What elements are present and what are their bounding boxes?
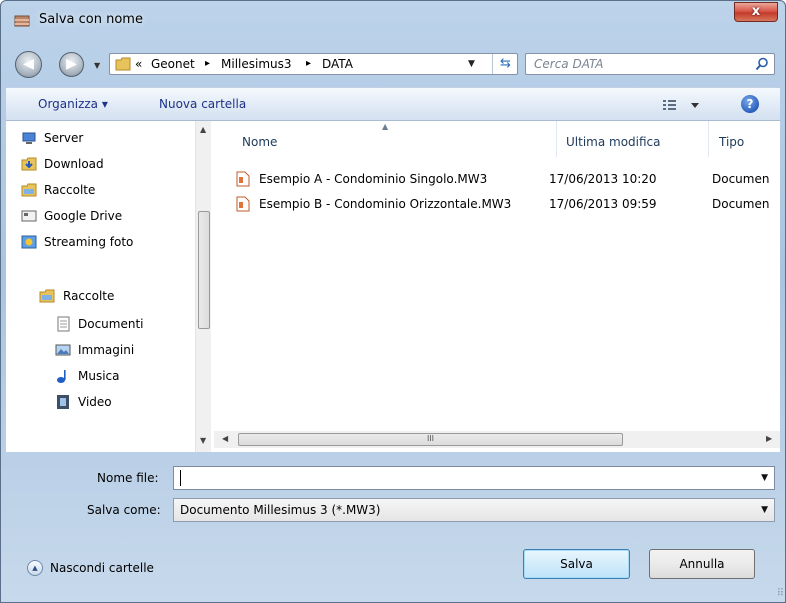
address-bar[interactable]: « Geonet ▸ Millesimus3 ▸ DATA ▼ ⇆ — [109, 53, 518, 75]
mw3-file-icon — [236, 196, 250, 212]
file-name: Esempio B - Condominio Orizzontale.MW3 — [259, 197, 512, 211]
sidebar-item-label: Video — [78, 395, 112, 409]
text-cursor — [180, 470, 181, 486]
sidebar-item-label: Documenti — [78, 317, 144, 331]
file-type: Documen — [712, 172, 770, 186]
search-placeholder: Cerca DATA — [534, 57, 604, 71]
navigation-bar: ◀ ▶ ▼ « Geonet ▸ Millesimus3 ▸ DATA ▼ ⇆ … — [1, 45, 785, 79]
hide-folders-label: Nascondi cartelle — [50, 561, 154, 575]
sidebar-item-label: Server — [44, 131, 84, 145]
organize-button[interactable]: Organizza ▾ — [38, 97, 108, 111]
server-icon — [22, 132, 36, 144]
video-icon — [57, 395, 69, 409]
sidebar-item-label: Musica — [78, 369, 120, 383]
mw3-file-icon — [236, 171, 250, 187]
chevron-up-icon: ▲ — [27, 560, 43, 576]
chevron-down-icon[interactable]: ▼ — [761, 505, 768, 515]
file-list-horizontal-scrollbar[interactable]: ◀ III ▶ — [214, 431, 780, 448]
savetype-label: Salva come: — [87, 503, 161, 517]
breadcrumb-separator[interactable]: ▸ — [306, 58, 311, 69]
scroll-up-icon[interactable]: ▲ — [200, 125, 206, 134]
file-list: ▲ Nome Ultima modifica Tipo Esempio A - … — [214, 121, 780, 452]
documents-icon — [57, 316, 70, 332]
sidebar-item-label: Download — [44, 157, 104, 171]
libraries-icon — [39, 289, 55, 303]
column-header-name[interactable]: Nome — [242, 135, 277, 149]
file-name: Esempio A - Condominio Singolo.MW3 — [259, 172, 488, 186]
pictures-icon — [55, 344, 71, 356]
chevron-down-icon[interactable]: ▼ — [468, 59, 475, 69]
breadcrumb-millesimus3[interactable]: Millesimus3 — [221, 57, 292, 71]
savetype-value: Documento Millesimus 3 (*.MW3) — [180, 503, 381, 517]
sidebar-item-label: Raccolte — [44, 183, 96, 197]
breadcrumb-data[interactable]: DATA — [322, 57, 353, 71]
title-bar[interactable]: Salva con nome x — [1, 1, 785, 39]
recent-pages-dropdown-icon[interactable]: ▼ — [94, 61, 100, 70]
save-as-dialog: Salva con nome x ◀ ▶ ▼ « Geonet ▸ Milles… — [0, 0, 786, 603]
app-icon — [14, 15, 30, 27]
refresh-icon[interactable]: ⇆ — [492, 54, 518, 74]
sidebar-scrollbar[interactable]: ▲ ▼ — [195, 121, 211, 452]
cancel-button[interactable]: Annulla — [649, 549, 755, 579]
music-icon — [57, 370, 66, 383]
breadcrumb-separator[interactable]: ▸ — [205, 58, 210, 69]
breadcrumb-geonet[interactable]: Geonet — [151, 57, 195, 71]
savetype-select[interactable]: Documento Millesimus 3 (*.MW3) ▼ — [173, 498, 775, 522]
column-header-modified[interactable]: Ultima modifica — [566, 135, 661, 149]
save-button[interactable]: Salva — [523, 549, 630, 579]
filename-label: Nome file: — [97, 471, 159, 485]
help-icon[interactable]: ? — [741, 95, 759, 113]
scroll-right-icon[interactable]: ▶ — [766, 434, 772, 443]
google-drive-icon — [21, 210, 37, 222]
libraries-icon — [21, 183, 37, 197]
column-divider[interactable] — [556, 121, 557, 157]
view-options-icon[interactable] — [661, 97, 701, 113]
window-title: Salva con nome — [39, 12, 143, 27]
browser-area: Server Download Raccolte Google Drive St… — [6, 121, 780, 452]
sort-ascending-icon: ▲ — [382, 122, 389, 131]
forward-button[interactable]: ▶ — [59, 52, 84, 77]
sidebar-scroll-thumb[interactable] — [198, 211, 210, 329]
search-icon[interactable] — [755, 57, 769, 71]
sidebar-item-label: Raccolte — [63, 289, 115, 303]
back-button[interactable]: ◀ — [15, 51, 42, 78]
navigation-pane: Server Download Raccolte Google Drive St… — [6, 121, 211, 452]
chevron-down-icon[interactable]: ▼ — [761, 473, 768, 483]
scroll-left-icon[interactable]: ◀ — [222, 434, 228, 443]
file-modified: 17/06/2013 10:20 — [549, 172, 657, 186]
folder-icon — [115, 57, 131, 71]
file-modified: 17/06/2013 09:59 — [549, 197, 657, 211]
filename-input[interactable]: ▼ — [173, 466, 775, 490]
download-folder-icon — [21, 157, 37, 171]
file-type: Documen — [712, 197, 770, 211]
column-header-type[interactable]: Tipo — [719, 135, 744, 149]
new-folder-button[interactable]: Nuova cartella — [159, 97, 246, 111]
search-input[interactable]: Cerca DATA — [525, 53, 775, 75]
horizontal-scroll-thumb[interactable]: III — [238, 433, 623, 446]
command-bar: Organizza ▾ Nuova cartella ? — [6, 87, 780, 121]
scroll-down-icon[interactable]: ▼ — [200, 436, 206, 445]
breadcrumb-overflow[interactable]: « — [135, 57, 142, 71]
sidebar-item-label: Immagini — [78, 343, 135, 357]
sidebar-item-label: Streaming foto — [44, 235, 134, 249]
close-button[interactable]: x — [734, 2, 778, 22]
photo-stream-icon — [21, 235, 37, 249]
resize-grip-icon[interactable]: ⠿ — [777, 588, 784, 599]
column-divider[interactable] — [708, 121, 709, 157]
sidebar-item-label: Google Drive — [44, 209, 123, 223]
